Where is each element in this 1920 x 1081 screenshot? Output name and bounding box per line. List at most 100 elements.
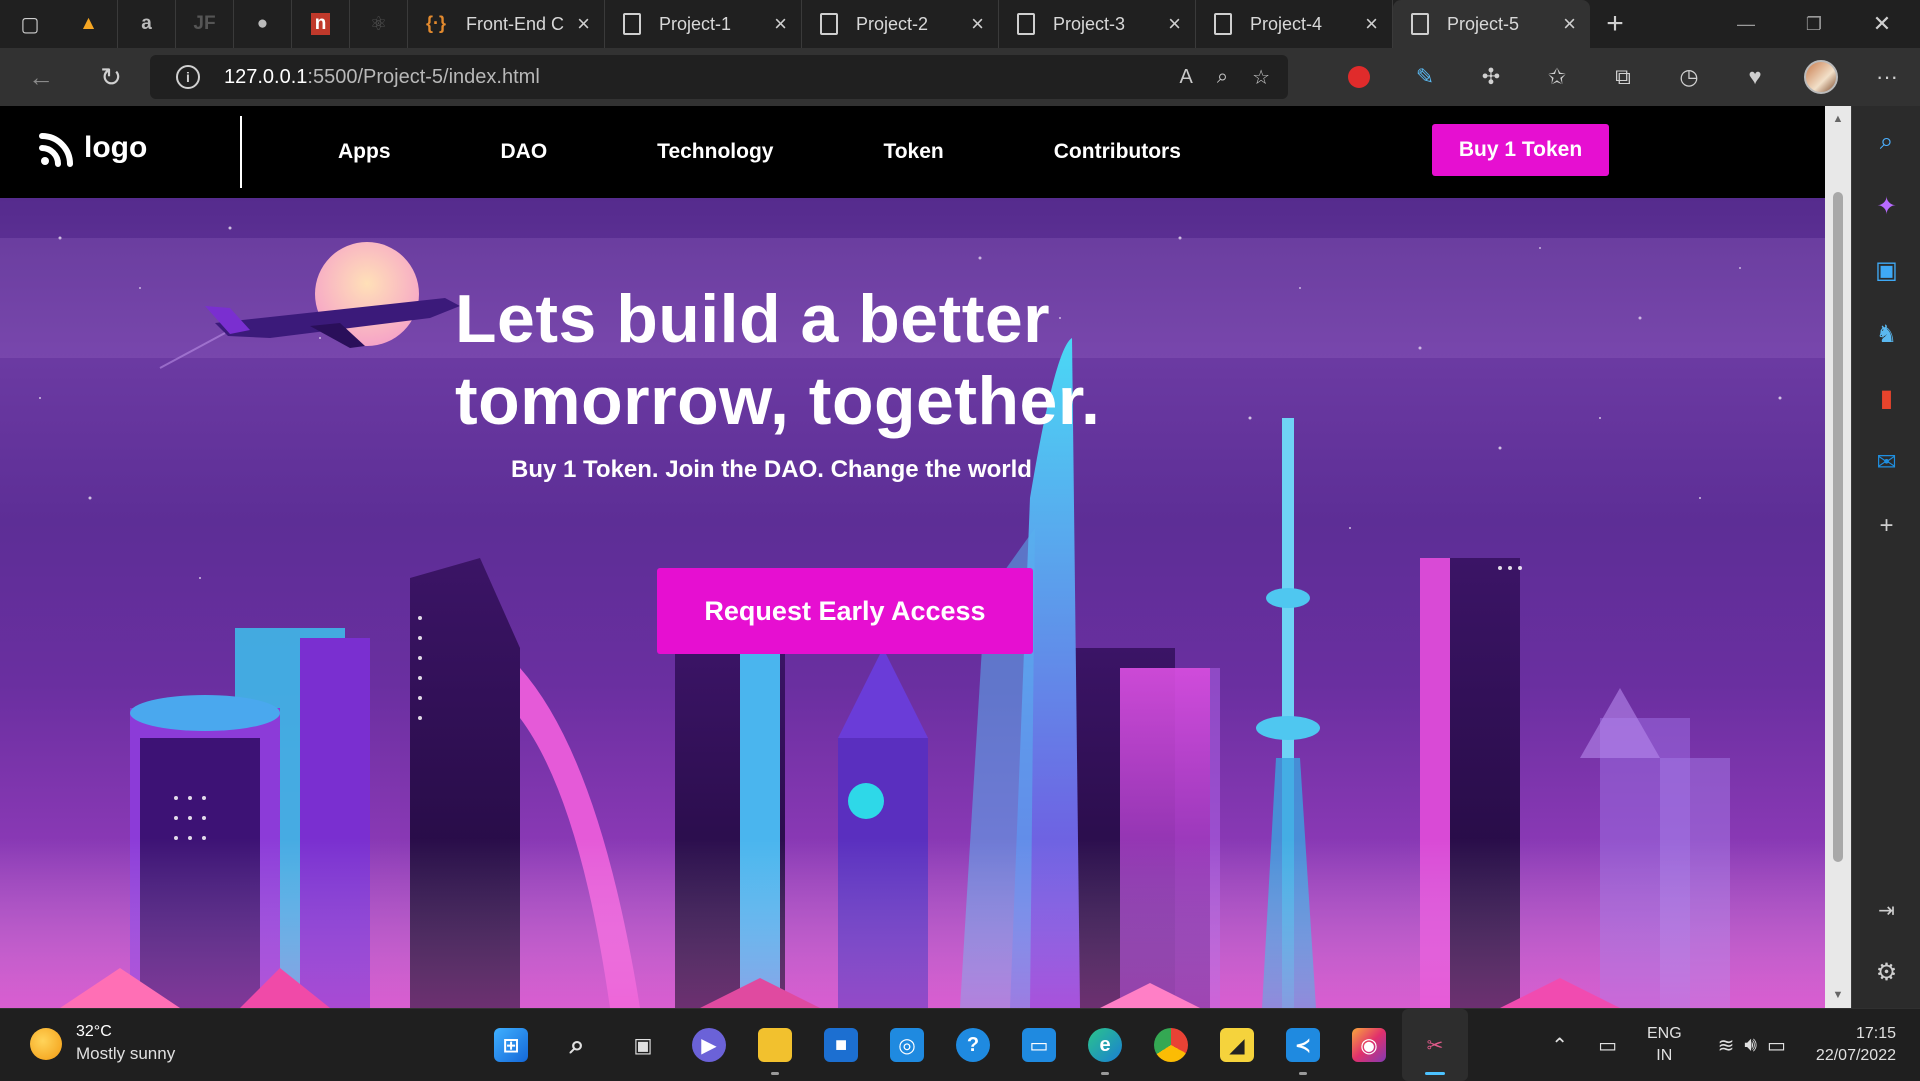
discover-icon[interactable]: ✦ [1852, 186, 1920, 226]
pinned-tab-amazon[interactable]: a [118, 0, 176, 48]
pinned-tab-firebase[interactable]: ▲ [60, 0, 118, 48]
date: 22/07/2022 [1815, 1047, 1896, 1064]
vscode-button[interactable]: ≺ [1270, 1009, 1336, 1081]
keyboard-icon[interactable]: ▭ [1598, 1033, 1617, 1058]
more-menu-icon[interactable]: ··· [1854, 48, 1920, 106]
add-favorite-icon[interactable]: ☆ [1252, 65, 1270, 90]
sticky-notes-button[interactable]: ◢ [1204, 1009, 1270, 1081]
nav-token[interactable]: Token [883, 140, 943, 164]
language-indicator[interactable]: ENG IN [1647, 1023, 1682, 1067]
request-early-access-button[interactable]: Request Early Access [657, 568, 1033, 654]
address-bar[interactable]: i 127.0.0.1:5500/Project-5/index.html A … [150, 55, 1288, 99]
adblock-icon[interactable] [1326, 48, 1392, 106]
minimize-button[interactable]: — [1712, 0, 1780, 48]
profile-avatar[interactable] [1788, 48, 1854, 106]
code-braces-icon: {·} [426, 13, 447, 33]
new-tab-button[interactable]: + [1590, 0, 1640, 48]
pinned-tab-n[interactable]: n [292, 0, 350, 48]
wifi-icon[interactable]: ≋ [1718, 1033, 1735, 1058]
close-window-button[interactable]: ✕ [1848, 0, 1916, 48]
teams-chat-button[interactable]: ▶ [676, 1009, 742, 1081]
nav-apps[interactable]: Apps [338, 140, 391, 164]
site-logo[interactable]: logo [38, 128, 147, 168]
hide-sidebar-icon[interactable]: ⇥ [1852, 890, 1920, 930]
collections-icon[interactable]: ⧉ [1590, 48, 1656, 106]
nav-contributors[interactable]: Contributors [1054, 140, 1181, 164]
chevron-up-icon[interactable]: ⌃ [1551, 1033, 1568, 1058]
tab-strip: ▢ ▲ a JF ● n ⚛ {·} Front-End C × Project… [0, 0, 1920, 48]
running-indicator [1101, 1072, 1109, 1075]
scroll-down-arrow-icon[interactable]: ▼ [1825, 982, 1851, 1008]
buy-token-button[interactable]: Buy 1 Token [1432, 124, 1609, 176]
pinned-tab-jf[interactable]: JF [176, 0, 234, 48]
windows-icon: ⊞ [494, 1028, 528, 1062]
edge-button[interactable]: e [1072, 1009, 1138, 1081]
scrollbar-thumb[interactable] [1833, 192, 1843, 862]
clock[interactable]: 17:15 22/07/2022 [1816, 1023, 1896, 1067]
edge-sidebar: ⌕ ✦ ▣ ♞ ▮ ✉ + ⇥ ⚙ [1851, 106, 1920, 1008]
tab-project-5[interactable]: Project-5 × [1393, 0, 1590, 48]
page-viewport: logo Apps DAO Technology Token Contribut… [0, 106, 1825, 1008]
tab-project-1[interactable]: Project-1 × [605, 0, 802, 48]
close-icon[interactable]: × [577, 11, 590, 37]
browser-essentials-icon[interactable]: ♥ [1722, 48, 1788, 106]
weather-widget[interactable]: 32°C Mostly sunny [30, 1023, 175, 1064]
zoom-icon[interactable]: ⌕ [1217, 66, 1228, 89]
outlook-icon[interactable]: ✉ [1852, 442, 1920, 482]
extensions-icon[interactable]: ✣ [1458, 48, 1524, 106]
main-nav: Apps DAO Technology Token Contributors [338, 106, 1291, 198]
office-icon[interactable]: ▮ [1852, 378, 1920, 418]
close-icon[interactable]: × [1365, 11, 1378, 37]
pinned-tab-github[interactable]: ● [234, 0, 292, 48]
maximize-button[interactable]: ❐ [1780, 0, 1848, 48]
nav-technology[interactable]: Technology [657, 140, 773, 164]
search-button[interactable]: ⌕ [544, 1009, 610, 1081]
site-navbar: logo Apps DAO Technology Token Contribut… [0, 106, 1825, 198]
history-icon[interactable]: ◷ [1656, 48, 1722, 106]
pinned-tab-react[interactable]: ⚛ [350, 0, 408, 48]
settings-gear-icon[interactable]: ⚙ [1852, 952, 1920, 992]
tools-icon[interactable]: ▣ [1852, 250, 1920, 290]
refresh-button[interactable]: ↻ [84, 48, 138, 106]
battery-icon[interactable]: ▭ [1767, 1033, 1786, 1058]
monitor-icon: ▭ [1022, 1028, 1056, 1062]
snipping-tool-button[interactable]: ✂ [1402, 1009, 1468, 1081]
tab-project-4[interactable]: Project-4 × [1196, 0, 1393, 48]
page-icon [820, 13, 838, 35]
tab-project-3[interactable]: Project-3 × [999, 0, 1196, 48]
file-explorer-button[interactable] [742, 1009, 808, 1081]
tab-title: Front-End C [466, 13, 565, 34]
hero-title-line-2: tomorrow, together. [455, 363, 1101, 439]
chrome-button[interactable] [1138, 1009, 1204, 1081]
close-icon[interactable]: × [1168, 11, 1181, 37]
instagram-button[interactable]: ◉ [1336, 1009, 1402, 1081]
tab-title: Project-5 [1447, 13, 1520, 34]
games-icon[interactable]: ♞ [1852, 314, 1920, 354]
start-button[interactable]: ⊞ [478, 1009, 544, 1081]
volume-icon[interactable]: 🔊︎ [1744, 1034, 1757, 1057]
search-icon[interactable]: ⌕ [1852, 122, 1920, 162]
favorites-icon[interactable]: ✩ [1524, 48, 1590, 106]
tab-project-2[interactable]: Project-2 × [802, 0, 999, 48]
url-text[interactable]: 127.0.0.1:5500/Project-5/index.html [224, 66, 540, 89]
close-icon[interactable]: × [971, 11, 984, 37]
back-button[interactable]: ← [14, 48, 68, 106]
page-scrollbar[interactable]: ▲ ▼ [1825, 106, 1851, 1008]
info-icon[interactable]: i [176, 65, 200, 89]
extension-pen-icon[interactable]: ✎ [1392, 48, 1458, 106]
scroll-up-arrow-icon[interactable]: ▲ [1825, 106, 1851, 132]
close-icon[interactable]: × [774, 11, 787, 37]
add-sidebar-app-icon[interactable]: + [1852, 506, 1920, 546]
read-aloud-icon[interactable]: A [1180, 66, 1193, 89]
tab-front-end[interactable]: {·} Front-End C × [408, 0, 605, 48]
active-indicator [1425, 1072, 1445, 1075]
nav-dao[interactable]: DAO [501, 140, 548, 164]
folder-icon [758, 1028, 792, 1062]
store-button[interactable]: ■ [808, 1009, 874, 1081]
close-icon[interactable]: × [1563, 11, 1576, 37]
app-button[interactable]: ◎ [874, 1009, 940, 1081]
task-view-button[interactable]: ▣ [610, 1009, 676, 1081]
remote-desktop-button[interactable]: ▭ [1006, 1009, 1072, 1081]
tab-actions-icon[interactable]: ▢ [0, 0, 60, 48]
help-button[interactable]: ? [940, 1009, 1006, 1081]
